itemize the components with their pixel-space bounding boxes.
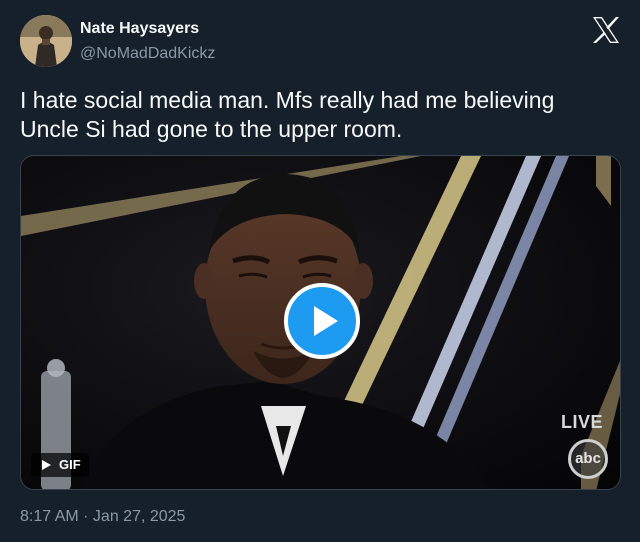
gif-label: GIF [59, 457, 81, 472]
tweet-text: I hate social media man. Mfs really had … [20, 87, 555, 142]
author-handle[interactable]: @NoMadDadKickz [80, 44, 215, 64]
network-logo: abc [568, 439, 608, 479]
x-logo-icon[interactable] [591, 16, 621, 44]
media-gif[interactable]: LIVE abc GIF [20, 155, 621, 490]
play-triangle-icon [42, 460, 51, 470]
tweet-card: Nate Haysayers @NoMadDadKickz I hate soc… [0, 0, 640, 542]
author-name[interactable]: Nate Haysayers [80, 19, 199, 39]
avatar-image [20, 15, 72, 67]
play-icon [314, 306, 338, 336]
live-watermark: LIVE [560, 412, 603, 432]
avatar[interactable] [20, 15, 72, 67]
gif-badge[interactable]: GIF [31, 453, 89, 477]
tweet-timestamp[interactable]: 8:17 AM · Jan 27, 2025 [20, 507, 185, 527]
play-button[interactable] [284, 283, 360, 359]
